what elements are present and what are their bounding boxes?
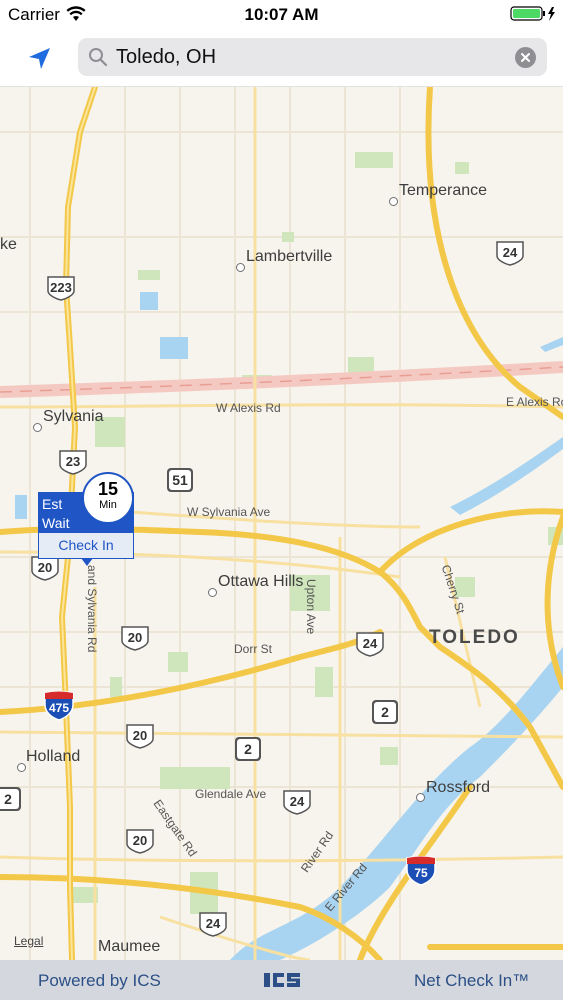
- place-label-maumee: Maumee: [98, 938, 161, 955]
- map-pin-pointer: [81, 558, 93, 566]
- place-label-sylvania: Sylvania: [43, 408, 104, 425]
- close-icon: [521, 53, 530, 62]
- battery-icon: [510, 6, 558, 27]
- road-label-w-sylvania: W Sylvania Ave: [187, 505, 271, 519]
- place-dot: [389, 197, 398, 206]
- wait-text: Wait: [42, 515, 70, 531]
- place-label-ke: ke: [0, 236, 17, 253]
- wait-time-badge: 15 Min: [82, 472, 134, 524]
- state-route-shield: 2: [0, 786, 22, 812]
- place-dot: [33, 423, 42, 432]
- powered-by-link[interactable]: Powered by ICS: [38, 971, 161, 991]
- us-route-shield: 223: [46, 275, 76, 301]
- place-label-lambertville: Lambertville: [246, 248, 333, 265]
- footer-bar: Powered by ICS Net Check In™: [0, 960, 563, 1000]
- shield-number: 2: [4, 791, 12, 807]
- wait-unit: Min: [99, 499, 117, 511]
- road-label-e-alexis: E Alexis Ro: [506, 395, 563, 409]
- shield-number: 24: [502, 245, 518, 260]
- clock: 10:07 AM: [244, 5, 319, 24]
- road-label-w-alexis: W Alexis Rd: [216, 401, 281, 415]
- search-icon: [89, 48, 108, 67]
- status-bar: Carrier 10:07 AM: [0, 0, 563, 30]
- search-header: [0, 30, 563, 87]
- shield-number: 24: [362, 636, 378, 651]
- shield-number: 2: [381, 704, 389, 720]
- place-dot: [236, 263, 245, 272]
- place-label-temperance: Temperance: [399, 182, 488, 199]
- location-arrow-icon: [29, 48, 50, 69]
- est-wait-label: Est Wait: [42, 495, 69, 533]
- shield-number: 51: [172, 472, 188, 488]
- place-label-rossford: Rossford: [426, 779, 491, 796]
- interstate-shield: 75: [405, 855, 437, 886]
- search-input[interactable]: [116, 38, 506, 76]
- location-arrow-button[interactable]: [24, 42, 56, 74]
- est-text: Est: [42, 496, 63, 512]
- clear-search-button[interactable]: [515, 47, 536, 68]
- road-label-upton: Upton Ave: [304, 579, 318, 635]
- shield-number: 20: [132, 728, 148, 743]
- state-route-shield: 51: [166, 467, 194, 493]
- road-label-king-sylvania: and Sylvania Rd: [85, 565, 99, 653]
- us-route-shield: 24: [198, 911, 228, 937]
- road-label-dorr: Dorr St: [234, 642, 273, 656]
- legal-link[interactable]: Legal: [14, 934, 43, 948]
- place-dot: [17, 763, 26, 772]
- us-route-shield: 20: [120, 625, 150, 651]
- shield-number: 75: [414, 866, 428, 880]
- shield-number: 2: [244, 741, 252, 757]
- shield-number: 20: [127, 630, 143, 645]
- shield-number: 223: [50, 280, 72, 295]
- shield-number: 24: [289, 794, 305, 809]
- place-label-toledo: TOLEDO: [429, 627, 520, 648]
- us-route-shield: 23: [58, 449, 88, 475]
- shield-number: 20: [132, 833, 148, 848]
- place-label-holland: Holland: [26, 748, 81, 765]
- interstate-shield: 475: [43, 690, 75, 721]
- ics-logo-icon: [264, 973, 300, 987]
- search-bar[interactable]: [78, 38, 547, 76]
- place-dot: [208, 588, 217, 597]
- shield-number: 23: [65, 454, 81, 469]
- us-route-shield: 24: [282, 789, 312, 815]
- road-label-glendale: Glendale Ave: [195, 787, 267, 801]
- wait-time-callout[interactable]: Est Wait 15 Min Check In: [38, 472, 136, 566]
- us-route-shield: 24: [355, 631, 385, 657]
- us-route-shield: 20: [125, 828, 155, 854]
- check-in-button[interactable]: Check In: [38, 532, 134, 559]
- state-route-shield: 2: [234, 736, 262, 762]
- place-label-ottawa-hills: Ottawa Hills: [218, 573, 304, 590]
- shield-number: 475: [48, 701, 70, 715]
- place-dot: [416, 793, 425, 802]
- wait-minutes: 15: [97, 479, 119, 499]
- us-route-shield: 20: [125, 723, 155, 749]
- net-check-in-link[interactable]: Net Check In™: [414, 971, 529, 991]
- shield-number: 24: [205, 916, 221, 931]
- us-route-shield: 24: [495, 240, 525, 266]
- state-route-shield: 2: [371, 699, 399, 725]
